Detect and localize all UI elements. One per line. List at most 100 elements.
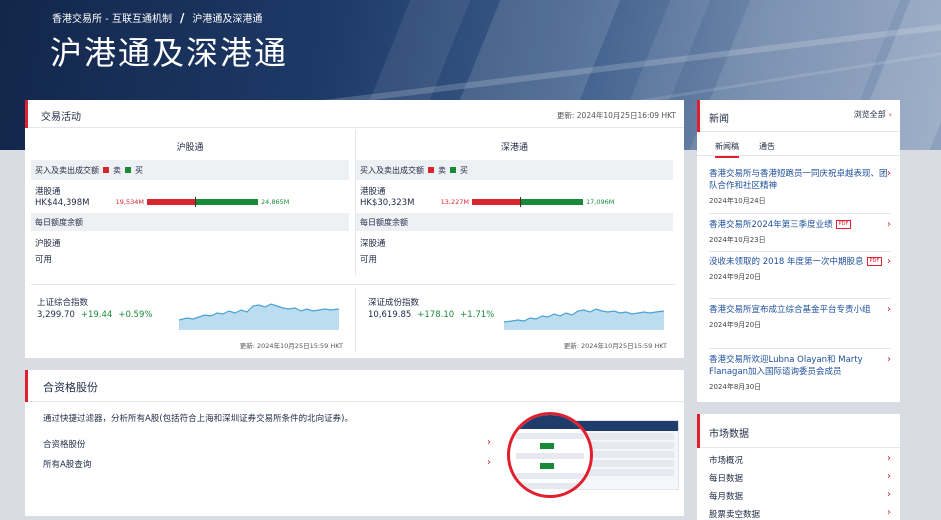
buy-bar [196, 199, 258, 205]
breadcrumb: 香港交易所 - 互联互通机制 / 沪港通及深港通 [52, 10, 263, 26]
daily-quota-header: 每日额度余额 [356, 213, 673, 231]
news-date: 2024年10月24日 [709, 197, 766, 205]
sell-bar [147, 199, 195, 205]
sell-legend-icon [428, 167, 434, 173]
chevron-right-icon: › [887, 168, 891, 179]
buy-value: 24,865M [261, 198, 290, 206]
link-all-a-shares[interactable]: 所有A股查询 › [43, 457, 491, 470]
card-title: 新闻 [709, 114, 729, 125]
breadcrumb-current: 沪港通及深港通 [192, 14, 263, 25]
sell-value: 19,534M [115, 198, 144, 206]
trading-activity-card: 交易活动 更新: 2024年10月25日16:09 HKT 沪股通 买入及卖出成… [25, 100, 684, 358]
card-header: 市场数据 [697, 414, 900, 448]
buy-bar [521, 199, 583, 205]
breadcrumb-separator: / [179, 10, 185, 25]
market-link-label: 每月数据 [709, 492, 744, 502]
index-sse-composite[interactable]: 上证综合指数 3,299.70 +19.44 +0.59% 更新: 2024年10月… [31, 288, 349, 352]
card-title: 市场数据 [709, 429, 749, 440]
quota-status: 可用 [360, 255, 378, 265]
chevron-right-icon: › [887, 453, 891, 464]
market-link-monthly[interactable]: 每月数据 › [709, 489, 891, 502]
section-divider [31, 284, 676, 285]
flow-header: 买入及卖出成交额 卖 买 [356, 160, 673, 180]
quota-block: 深股通 可用 [356, 237, 673, 265]
buy-legend-icon [450, 167, 456, 173]
accent-bar [697, 414, 700, 448]
index-szse-component[interactable]: 深证成份指数 10,619.85 +178.10 +1.71% 更新: 2024年1… [355, 288, 673, 352]
news-item[interactable]: 香港交易所与香港短跑员一同庆祝卓越表现、团队合作和社区精神 2024年10月24… [709, 168, 891, 207]
view-all-link[interactable]: 浏览全部 › [854, 109, 892, 120]
turnover-row: 港股通 HK$44,398M 19,534M 24,865M [31, 185, 349, 211]
breadcrumb-parent[interactable]: 香港交易所 - 互联互通机制 [52, 10, 172, 25]
chevron-right-icon: › [887, 507, 891, 518]
market-link-overview[interactable]: 市场概况 › [709, 453, 891, 466]
link-label: 所有A股查询 [43, 460, 92, 470]
quota-name: 沪股通 [35, 239, 61, 249]
buy-legend-icon [125, 167, 131, 173]
index-update-time: 更新: 2024年10月25日15:59 HKT [239, 342, 343, 350]
chevron-right-icon: › [487, 457, 491, 468]
sell-legend-label: 卖 [438, 165, 446, 175]
news-date: 2024年9月20日 [709, 273, 762, 281]
news-item[interactable]: 香港交易所欢迎Lubna Olayan和 Marty Flanagan加入国际谘… [709, 354, 891, 393]
news-title: 香港交易所宣布成立综合基金平台专责小组 [709, 305, 871, 315]
accent-bar [25, 370, 28, 402]
card-header: 新闻 浏览全部 › [697, 100, 900, 132]
eligible-stocks-card: 合资格股份 通过快捷过滤器，分析所有A股(包括符合上海和深圳证券交易所条件的北向… [25, 370, 684, 516]
link-label: 合资格股份 [43, 440, 86, 450]
index-sparkline [504, 308, 664, 330]
turnover-row: 港股通 HK$30,323M 13,227M 17,096M [356, 185, 673, 211]
index-update-time: 更新: 2024年10月25日15:59 HKT [563, 342, 667, 350]
buy-value: 17,096M [586, 198, 615, 206]
news-item[interactable]: 香港交易所2024年第三季度业绩 PDF 2024年10月23日 › [709, 219, 891, 246]
news-card: 新闻 浏览全部 › 新闻稿 通告 香港交易所与香港短跑员一同庆祝卓越表现、团队合作… [697, 100, 900, 402]
pdf-icon: PDF [835, 220, 852, 229]
market-link-daily[interactable]: 每日数据 › [709, 471, 891, 484]
chevron-right-icon: › [887, 354, 891, 365]
index-name: 深证成份指数 [368, 298, 420, 308]
buy-legend-label: 买 [135, 165, 143, 175]
chevron-right-icon: › [887, 304, 891, 315]
index-change-pct: +0.59% [118, 310, 153, 320]
news-tabs: 新闻稿 通告 [697, 132, 900, 158]
card-header: 合资格股份 [25, 370, 684, 402]
index-sparkline [179, 303, 339, 330]
chevron-right-icon: › [487, 437, 491, 448]
card-title: 合资格股份 [43, 381, 98, 394]
northbound-shenzhen-column: 深港通 买入及卖出成交额 卖 买 港股通 HK$30,323M 13,227M … [355, 130, 673, 276]
connect-value: HK$44,398M [35, 198, 90, 208]
news-divider [709, 251, 891, 252]
stock-screener-preview-image [507, 412, 679, 512]
page-title: 沪港通及深港通 [50, 34, 289, 72]
update-time: 更新: 2024年10月25日16:09 HKT [556, 111, 676, 120]
sell-legend-icon [103, 167, 109, 173]
sell-value: 13,227M [440, 198, 469, 206]
news-item[interactable]: 香港交易所宣布成立综合基金平台专责小组 2024年9月20日 › [709, 304, 891, 331]
column-title: 沪股通 [176, 143, 204, 153]
news-item[interactable]: 没收未领取的 2018 年度第一次中期股息 PDF 2024年9月20日 › [709, 256, 891, 283]
chevron-right-icon: › [887, 471, 891, 482]
tab-press-releases[interactable]: 新闻稿 [715, 141, 739, 158]
market-link-label: 每日数据 [709, 474, 744, 484]
index-name: 上证综合指数 [37, 298, 89, 308]
news-divider [709, 298, 891, 299]
chevron-right-icon: › [887, 256, 891, 267]
connect-value: HK$30,323M [360, 198, 415, 208]
news-title: 香港交易所与香港短跑员一同庆祝卓越表现、团队合作和社区精神 [709, 169, 888, 191]
card-header: 交易活动 更新: 2024年10月25日16:09 HKT [25, 100, 684, 128]
market-data-card: 市场数据 市场概况 › 每日数据 › 每月数据 › 股票卖空数据 › [697, 414, 900, 520]
index-change-pct: +1.71% [460, 310, 495, 320]
card-description: 通过快捷过滤器，分析所有A股(包括符合上海和深圳证券交易所条件的北向证券)。 [43, 414, 353, 424]
quota-block: 沪股通 可用 [31, 237, 349, 265]
quota-status: 可用 [35, 255, 53, 265]
flow-label: 买入及卖出成交额 [35, 165, 99, 175]
news-divider [709, 348, 891, 349]
market-link-short-selling[interactable]: 股票卖空数据 › [709, 507, 891, 520]
link-eligible-stocks[interactable]: 合资格股份 › [43, 437, 491, 450]
connect-name: 港股通 [360, 187, 386, 197]
tab-circulars[interactable]: 通告 [759, 141, 775, 152]
news-date: 2024年8月30日 [709, 383, 762, 391]
sell-legend-label: 卖 [113, 165, 121, 175]
view-all-label: 浏览全部 [853, 110, 886, 119]
news-date: 2024年9月20日 [709, 321, 762, 329]
